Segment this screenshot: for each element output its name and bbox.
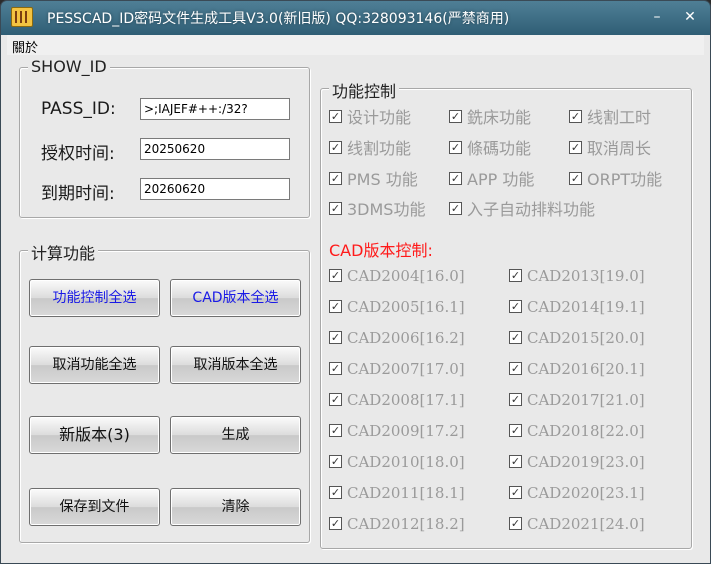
window-title: PESSCAD_ID密码文件生成工具V3.0(新旧版) QQ:328093146… (47, 11, 510, 27)
show-id-legend: SHOW_ID (28, 57, 110, 76)
menu-bar: 關於 (7, 35, 704, 56)
cad-checkbox[interactable]: ✓ CAD2017[21.0] (509, 390, 645, 410)
save-to-file-button[interactable]: 保存到文件 (29, 488, 160, 526)
cad-checkbox[interactable]: ✓ CAD2014[19.1] (509, 297, 645, 317)
feature-checkbox[interactable]: ✓ 3DMS功能 (329, 200, 425, 220)
select-all-features-button[interactable]: 功能控制全选 (29, 279, 160, 317)
expire-time-field[interactable] (140, 178, 290, 200)
cad-checkbox[interactable]: ✓ CAD2021[24.0] (509, 514, 645, 534)
feature-checkbox[interactable]: ✓ 线割功能 (329, 139, 411, 159)
close-button[interactable]: ✕ (679, 8, 701, 26)
checkbox-icon: ✓ (329, 172, 342, 185)
checkbox-icon: ✓ (449, 202, 462, 215)
checkbox-icon: ✓ (509, 299, 522, 313)
checkbox-icon: ✓ (329, 485, 342, 499)
features-group: 功能控制 ✓ 设计功能 ✓ 銑床功能 ✓ 线割工时 ✓ 线割功能 ✓ 條碼功能 ✓ 取消周长… (320, 78, 692, 549)
pass-id-field[interactable] (140, 98, 290, 120)
checkbox-icon: ✓ (329, 110, 342, 123)
checkbox-icon: ✓ (329, 392, 342, 406)
deselect-features-button[interactable]: 取消功能全选 (29, 346, 160, 384)
checkbox-icon: ✓ (569, 110, 582, 123)
cad-checkbox[interactable]: ✓ CAD2007[17.0] (329, 359, 465, 379)
cad-checkbox[interactable]: ✓ CAD2011[18.1] (329, 483, 465, 503)
cad-checkbox[interactable]: ✓ CAD2006[16.2] (329, 328, 465, 348)
checkbox-icon: ✓ (329, 516, 342, 530)
feature-checkbox[interactable]: ✓ 取消周长 (569, 139, 651, 159)
show-id-group: SHOW_ID PASS_ID: 授权时间: 到期时间: (19, 57, 310, 218)
cad-checkbox[interactable]: ✓ CAD2015[20.0] (509, 328, 645, 348)
cad-checkbox[interactable]: ✓ CAD2013[19.0] (509, 266, 645, 286)
checkbox-icon: ✓ (509, 330, 522, 344)
auth-time-label: 授权时间: (41, 144, 115, 164)
feature-checkbox[interactable]: ✓ 设计功能 (329, 108, 411, 128)
checkbox-icon: ✓ (509, 516, 522, 530)
cad-checkbox[interactable]: ✓ CAD2016[20.1] (509, 359, 645, 379)
checkbox-icon: ✓ (329, 202, 342, 215)
checkbox-icon: ✓ (569, 141, 582, 154)
client-area: SHOW_ID PASS_ID: 授权时间: 到期时间: 计算功能 功能控制全选… (7, 55, 704, 551)
cad-checkbox[interactable]: ✓ CAD2008[17.1] (329, 390, 465, 410)
checkbox-icon: ✓ (329, 361, 342, 375)
cad-checkbox[interactable]: ✓ CAD2004[16.0] (329, 266, 465, 286)
title-bar[interactable]: PESSCAD_ID密码文件生成工具V3.0(新旧版) QQ:328093146… (1, 1, 710, 35)
checkbox-icon: ✓ (509, 485, 522, 499)
expire-time-label: 到期时间: (41, 184, 115, 204)
select-all-cad-button[interactable]: CAD版本全选 (170, 279, 301, 317)
checkbox-icon: ✓ (329, 268, 342, 282)
feature-checkbox[interactable]: ✓ 條碼功能 (449, 139, 531, 159)
cad-version-title: CAD版本控制: (329, 241, 433, 260)
cad-checkbox[interactable]: ✓ CAD2005[16.1] (329, 297, 465, 317)
generate-button[interactable]: 生成 (170, 416, 301, 454)
checkbox-icon: ✓ (329, 423, 342, 437)
minimize-button[interactable]: – (646, 8, 668, 26)
cad-checkbox[interactable]: ✓ CAD2018[22.0] (509, 421, 645, 441)
pass-id-label: PASS_ID: (41, 99, 116, 119)
cad-checkbox[interactable]: ✓ CAD2012[18.2] (329, 514, 465, 534)
checkbox-icon: ✓ (509, 268, 522, 282)
checkbox-icon: ✓ (569, 172, 582, 185)
calc-legend: 计算功能 (28, 240, 99, 264)
feature-checkbox[interactable]: ✓ APP 功能 (449, 170, 534, 190)
auth-time-field[interactable] (140, 138, 290, 160)
checkbox-icon: ✓ (509, 454, 522, 468)
feature-checkbox[interactable]: ✓ PMS 功能 (329, 170, 418, 190)
feature-checkbox[interactable]: ✓ 銑床功能 (449, 108, 531, 128)
checkbox-icon: ✓ (449, 110, 462, 123)
checkbox-icon: ✓ (329, 330, 342, 344)
app-window: PESSCAD_ID密码文件生成工具V3.0(新旧版) QQ:328093146… (0, 0, 711, 564)
checkbox-icon: ✓ (509, 361, 522, 375)
deselect-cad-button[interactable]: 取消版本全选 (170, 346, 301, 384)
calc-group: 计算功能 功能控制全选 CAD版本全选 取消功能全选 取消版本全选 新版本(3)… (19, 240, 310, 543)
checkbox-icon: ✓ (329, 141, 342, 154)
features-legend: 功能控制 (329, 78, 400, 102)
checkbox-icon: ✓ (449, 141, 462, 154)
checkbox-icon: ✓ (329, 454, 342, 468)
cad-checkbox[interactable]: ✓ CAD2020[23.1] (509, 483, 645, 503)
cad-checkbox[interactable]: ✓ CAD2009[17.2] (329, 421, 465, 441)
menu-about[interactable]: 關於 (12, 37, 38, 56)
cad-checkbox[interactable]: ✓ CAD2019[23.0] (509, 452, 645, 472)
cad-checkbox[interactable]: ✓ CAD2010[18.0] (329, 452, 465, 472)
new-version-button[interactable]: 新版本(3) (29, 416, 160, 454)
feature-checkbox[interactable]: ✓ 线割工时 (569, 108, 651, 128)
feature-checkbox[interactable]: ✓ 入子自动排料功能 (449, 200, 595, 220)
app-icon (11, 7, 33, 27)
feature-checkbox[interactable]: ✓ ORPT功能 (569, 170, 662, 190)
clear-button[interactable]: 清除 (170, 488, 301, 526)
checkbox-icon: ✓ (509, 392, 522, 406)
checkbox-icon: ✓ (329, 299, 342, 313)
checkbox-icon: ✓ (509, 423, 522, 437)
checkbox-icon: ✓ (449, 172, 462, 185)
